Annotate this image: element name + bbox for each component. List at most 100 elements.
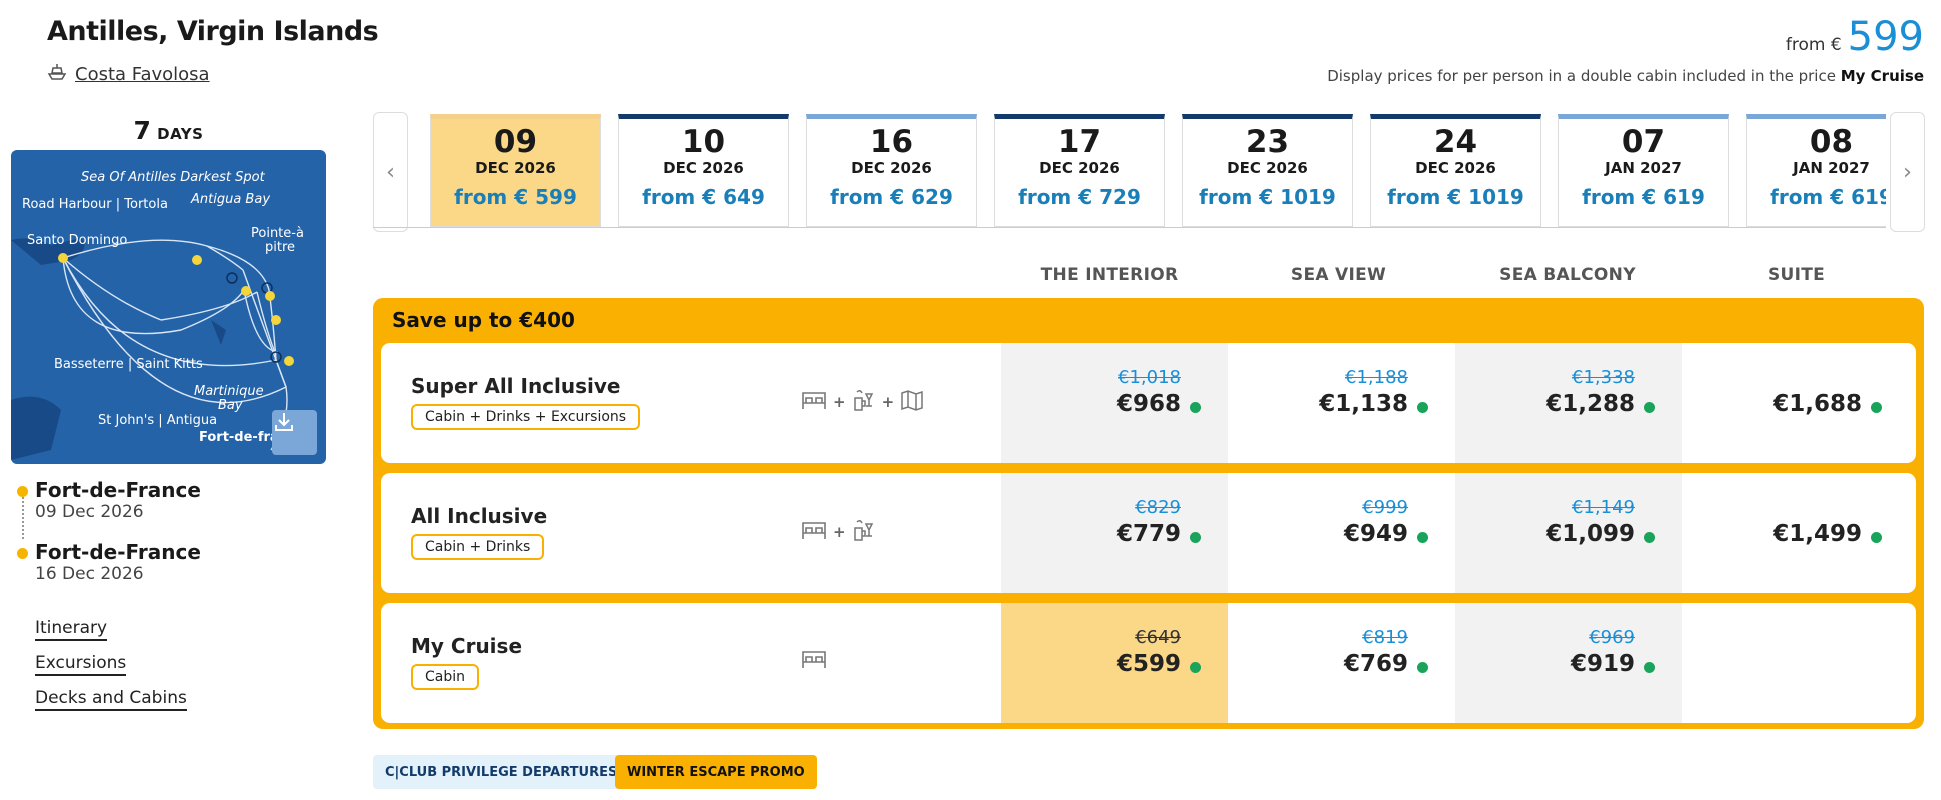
cruise-duration: 7 DAYS [11, 116, 326, 145]
ship-link[interactable]: Costa Favolosa [47, 62, 210, 87]
price-cell[interactable]: €1,188 €1,138 [1228, 343, 1455, 463]
pricing-panel: Save up to €400 Super All Inclusive Cabi… [373, 298, 1924, 729]
new-price: €599 [1116, 651, 1181, 677]
stop-port: Fort-de-France [35, 540, 201, 564]
tag-winter-escape[interactable]: WINTER ESCAPE PROMO [615, 755, 817, 789]
date-card[interactable]: 10 DEC 2026 from € 649 [618, 114, 789, 227]
price-note-text: Display prices for per person in a doubl… [1327, 67, 1836, 85]
itinerary-map[interactable]: Sea Of Antilles Darkest Spot Road Harbou… [11, 150, 326, 464]
package-row-super-all-inclusive: Super All Inclusive Cabin + Drinks + Exc… [381, 343, 1916, 463]
date-day: 10 [681, 124, 726, 160]
price-cell[interactable]: €1,018 €968 [1001, 343, 1228, 463]
old-price: €829 [1135, 497, 1181, 518]
price-note: Display prices for per person in a doubl… [1327, 67, 1924, 85]
old-price: €819 [1362, 627, 1408, 648]
date-card[interactable]: 07 JAN 2027 from € 619 [1558, 114, 1729, 227]
chevron-right-icon: › [1903, 159, 1912, 185]
stop-dot-icon [17, 548, 28, 559]
new-price: €1,099 [1546, 521, 1635, 547]
availability-dot-icon [1644, 662, 1655, 673]
date-day: 17 [1057, 124, 1102, 160]
date-month: DEC 2026 [475, 159, 556, 177]
price-cell-selected[interactable]: €649 €599 [1001, 603, 1228, 723]
new-price: €1,499 [1773, 521, 1862, 547]
prev-dates-button[interactable]: ‹ [373, 112, 408, 232]
map-label-santo-domingo: Santo Domingo [27, 233, 128, 248]
availability-dot-icon [1417, 402, 1428, 413]
new-price: €968 [1116, 391, 1181, 417]
price-value: 599 [1847, 14, 1924, 60]
date-card[interactable]: 16 DEC 2026 from € 629 [806, 114, 977, 227]
date-card[interactable]: 24 DEC 2026 from € 1019 [1370, 114, 1541, 227]
date-card[interactable]: 17 DEC 2026 from € 729 [994, 114, 1165, 227]
price-cell[interactable]: €829 €779 [1001, 473, 1228, 593]
date-price: from € 1019 [1387, 185, 1524, 209]
map-label-st-johns: St John's | Antigua [98, 413, 218, 428]
bed-icon [801, 389, 827, 415]
price-cell[interactable]: €999 €949 [1228, 473, 1455, 593]
new-price: €779 [1116, 521, 1181, 547]
date-card[interactable]: 23 DEC 2026 from € 1019 [1182, 114, 1353, 227]
plus-icon: + [833, 523, 846, 541]
bed-icon [801, 519, 827, 545]
availability-dot-icon [1871, 532, 1882, 543]
price-cell[interactable]: €1,688 [1682, 343, 1909, 463]
ship-name: Costa Favolosa [75, 64, 210, 85]
tag-club-privilege[interactable]: C|CLUB PRIVILEGE DEPARTURES [373, 755, 630, 789]
ship-icon [47, 62, 67, 87]
price-cell[interactable]: €1,338 €1,288 [1455, 343, 1682, 463]
download-map-button[interactable] [272, 410, 317, 455]
package-badge: Cabin + Drinks [411, 534, 545, 560]
date-month: DEC 2026 [1039, 159, 1120, 177]
old-price: €1,338 [1572, 367, 1635, 388]
drinks-icon [852, 388, 876, 416]
package-row-my-cruise: My Cruise Cabin €649 €599 €819 €769 €969… [381, 603, 1916, 723]
availability-dot-icon [1190, 662, 1201, 673]
price-cell[interactable]: €819 €769 [1228, 603, 1455, 723]
map-label-antigua-bay: Antigua Bay [191, 192, 271, 207]
link-decks-and-cabins[interactable]: Decks and Cabins [35, 688, 187, 711]
date-month: DEC 2026 [1227, 159, 1308, 177]
date-month: JAN 2027 [1793, 159, 1870, 177]
link-excursions[interactable]: Excursions [35, 653, 127, 676]
date-day: 08 [1809, 124, 1854, 160]
date-month: JAN 2027 [1605, 159, 1682, 177]
plus-icon: + [833, 393, 846, 411]
price-cell[interactable]: €1,499 [1682, 473, 1909, 593]
route-stop: Fort-de-France 16 Dec 2026 [15, 540, 201, 584]
stop-port: Fort-de-France [35, 478, 201, 502]
chevron-left-icon: ‹ [386, 159, 395, 185]
availability-dot-icon [1644, 532, 1655, 543]
date-month: DEC 2026 [1415, 159, 1496, 177]
price-cell[interactable]: €1,149 €1,099 [1455, 473, 1682, 593]
date-card[interactable]: 08 JAN 2027 from € 619 [1746, 114, 1886, 227]
map-label-fort-de-france: Fort-de-fra [199, 430, 279, 445]
date-day: 07 [1621, 124, 1666, 160]
map-label-pointe-a-pitre: Pointe-à [251, 226, 304, 241]
next-dates-button[interactable]: › [1890, 112, 1925, 232]
date-price: from € 619 [1582, 185, 1705, 209]
stop-date: 09 Dec 2026 [35, 502, 144, 522]
date-card-selected[interactable]: 09 DEC 2026 from € 599 [430, 114, 601, 227]
availability-dot-icon [1417, 532, 1428, 543]
price-note-bold: My Cruise [1840, 67, 1924, 85]
column-header-sea-view: SEA VIEW [1290, 265, 1387, 285]
new-price: €1,688 [1773, 391, 1862, 417]
date-carousel: ‹ 09 DEC 2026 from € 599 10 DEC 2026 fro… [373, 112, 1925, 232]
availability-dot-icon [1644, 402, 1655, 413]
route-summary: Fort-de-France 09 Dec 2026 Fort-de-Franc… [15, 478, 201, 602]
bed-icon [801, 648, 827, 674]
map-label-sea-spot: Sea Of Antilles Darkest Spot [81, 170, 265, 185]
promo-title: Save up to €400 [392, 308, 575, 332]
package-badge: Cabin + Drinks + Excursions [411, 404, 641, 430]
link-itinerary[interactable]: Itinerary [35, 618, 108, 641]
date-day: 23 [1245, 124, 1290, 160]
date-month: DEC 2026 [851, 159, 932, 177]
map-label-pointe-a-pitre-2: pitre [265, 240, 296, 255]
availability-dot-icon [1871, 402, 1882, 413]
old-price: €1,188 [1345, 367, 1408, 388]
price-cell[interactable]: €969 €919 [1455, 603, 1682, 723]
date-list: 09 DEC 2026 from € 599 10 DEC 2026 from … [430, 114, 1886, 230]
stop-dot-icon [17, 486, 28, 497]
plus-icon: + [881, 393, 895, 411]
